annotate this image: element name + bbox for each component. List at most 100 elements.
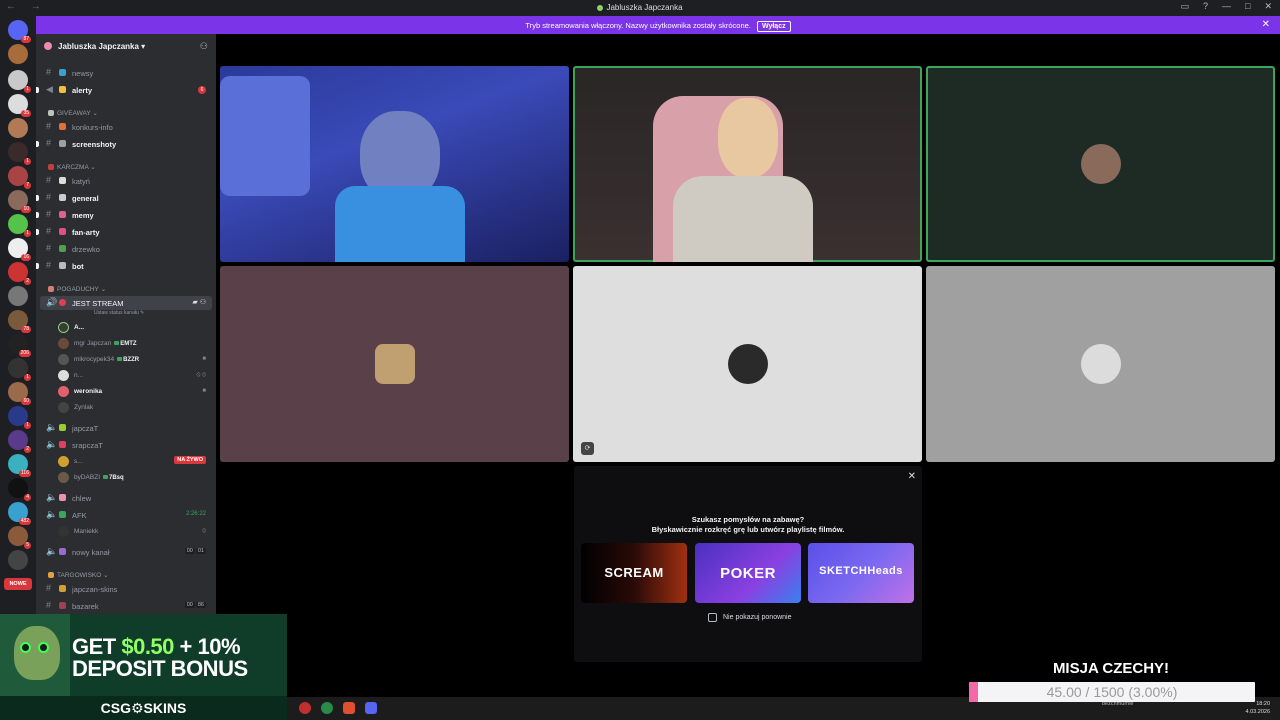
user-tile[interactable] (926, 266, 1275, 462)
voice-user[interactable]: mikrocypek34 BZZR ■ (36, 352, 216, 368)
badge: 10 (21, 206, 31, 213)
voice-user[interactable]: byDABZI 7Bsq (36, 470, 216, 486)
voice-user[interactable]: Maniekk ⦸ (36, 524, 216, 540)
channel-screenshoty[interactable]: # screenshoty (36, 137, 216, 151)
voice-user[interactable]: s... NA ŻYWO (36, 454, 216, 470)
server-icon[interactable]: 1 (8, 406, 31, 429)
hash-icon: # (46, 138, 52, 148)
server-icon[interactable] (8, 286, 28, 306)
voice-channel-afk[interactable]: 🔈 AFK 2:26:22 (36, 508, 216, 522)
server-icon[interactable]: 60 (8, 382, 31, 405)
discord-icon[interactable] (365, 702, 377, 714)
channel-alerty[interactable]: ◀ alerty 6 (36, 83, 216, 97)
unread-indicator (36, 212, 39, 218)
avatar (1081, 144, 1121, 184)
user-tile[interactable] (220, 266, 569, 462)
new-servers-badge[interactable]: NOWE (4, 578, 32, 590)
category-karczma[interactable]: KARCZMA ⌄ (48, 163, 96, 171)
server-icon[interactable]: 482 (8, 502, 31, 525)
server-icon[interactable]: 1 (8, 70, 31, 93)
emoji-icon (48, 110, 54, 116)
voice-user[interactable]: n... ⦸ ⦸ (36, 368, 216, 384)
brave-icon[interactable] (343, 702, 355, 714)
server-icon[interactable]: 4 (8, 478, 31, 501)
home-button[interactable]: 87 (8, 20, 31, 43)
app-icon[interactable] (321, 702, 333, 714)
server-icon[interactable]: 2 (8, 262, 31, 285)
channel-konkurs-info[interactable]: # konkurs-info (36, 120, 216, 134)
hash-icon: # (46, 583, 52, 593)
chat-icon[interactable]: ▰ ⚇ (192, 298, 206, 306)
user-tile[interactable] (926, 66, 1275, 262)
activity-sketchheads[interactable]: SKETCHHeads (808, 543, 914, 603)
channel-fan-arty[interactable]: # fan-arty (36, 225, 216, 239)
weather-widget[interactable]: bezchmurnie (1102, 701, 1134, 708)
help-icon[interactable]: ? (1203, 1, 1208, 12)
server-icon[interactable]: 35 (8, 94, 31, 117)
channel-japczan-skins[interactable]: # japczan-skins (36, 582, 216, 596)
voice-channel-japczat[interactable]: 🔈 japczaT (36, 421, 216, 435)
dont-show-checkbox[interactable] (708, 613, 717, 622)
speaker-icon: 🔈 (46, 439, 58, 449)
close-banner-icon[interactable]: ✕ (1262, 19, 1270, 30)
server-icon[interactable]: 2 (8, 430, 31, 453)
channel-status-hint[interactable]: Ustaw status kanału ✎ (94, 310, 144, 316)
voice-user[interactable]: mgr Japczan EMTZ (36, 336, 216, 352)
server-icon[interactable]: 10 (8, 190, 31, 213)
server-icon[interactable]: 1 (8, 358, 31, 381)
category-giveaway[interactable]: GIVEAWAY ⌄ (48, 109, 98, 117)
server-icon[interactable]: 78 (8, 310, 31, 333)
badge: 35 (21, 110, 31, 117)
channel-katyn[interactable]: # katyń (36, 174, 216, 188)
maximize-button[interactable]: □ (1245, 1, 1250, 12)
server-icon[interactable] (8, 118, 28, 138)
channel-bazarek[interactable]: # bazarek 00 86 (36, 599, 216, 613)
screen-share-icon[interactable]: ⟳ (581, 442, 594, 455)
avatar (58, 370, 69, 381)
channel-newsy[interactable]: # newsy (36, 66, 216, 80)
server-icon[interactable] (8, 44, 28, 64)
inbox-icon[interactable]: ▭ (1180, 1, 1189, 12)
close-icon[interactable]: ✕ (908, 471, 916, 482)
activity-poker[interactable]: POKER (695, 543, 801, 603)
app-icon[interactable] (299, 702, 311, 714)
avatar (58, 526, 69, 537)
voice-channel-nowy-kanal[interactable]: 🔈 nowy kanał 00 01 (36, 545, 216, 559)
badge: 16 (21, 254, 31, 261)
server-icon[interactable]: 16 (8, 238, 31, 261)
system-clock[interactable]: 18:20 4.03.2026 (1246, 700, 1270, 716)
channel-bot[interactable]: # bot (36, 259, 216, 273)
minimize-button[interactable]: — (1222, 1, 1231, 12)
badge: 2 (24, 278, 31, 285)
server-icon[interactable]: 1 (8, 142, 31, 165)
voice-user[interactable]: Zynlak (36, 400, 216, 416)
server-icon[interactable]: 7 (8, 166, 31, 189)
channel-general[interactable]: # general (36, 191, 216, 205)
disable-streamer-mode-button[interactable]: Wyłącz (756, 21, 791, 32)
user-tile[interactable]: ⟳ (573, 266, 922, 462)
server-icon[interactable]: 206 (8, 334, 31, 357)
voice-user[interactable]: weronika ■ (36, 384, 216, 400)
voice-channel-chlew[interactable]: 🔈 chlew (36, 491, 216, 505)
hash-icon: # (46, 175, 52, 185)
server-icon[interactable]: 116 (8, 454, 31, 477)
video-tile[interactable] (220, 66, 569, 262)
window-title: Jabluszka Japczanka (0, 3, 1280, 12)
category-targowisko[interactable]: TARGOWISKO ⌄ (48, 571, 109, 579)
channel-memy[interactable]: # memy (36, 208, 216, 222)
category-pogaduchy[interactable]: POGADUCHY ⌄ (48, 285, 106, 293)
video-tile[interactable] (573, 66, 922, 262)
server-header[interactable]: Jabluszka Japczanka ▾ ⚇ (36, 34, 216, 58)
server-icon[interactable] (8, 550, 28, 570)
invite-icon[interactable]: ⚇ (200, 41, 208, 52)
channel-drzewko[interactable]: # drzewko (36, 242, 216, 256)
voice-channel-srapczat[interactable]: 🔈 srapczaT (36, 438, 216, 452)
emoji-icon (59, 211, 66, 218)
voice-user[interactable]: A... (36, 320, 216, 336)
activity-scream[interactable]: SCREAM (581, 543, 687, 603)
server-icon[interactable]: 1 (8, 214, 31, 237)
dont-show-label: Nie pokazuj ponownie (723, 614, 792, 621)
voice-channel-jest-stream[interactable]: 🔊 JEST STREAM ▰ ⚇ (40, 296, 212, 310)
close-window-button[interactable]: ✕ (1264, 1, 1272, 12)
server-icon[interactable]: 5 (8, 526, 31, 549)
